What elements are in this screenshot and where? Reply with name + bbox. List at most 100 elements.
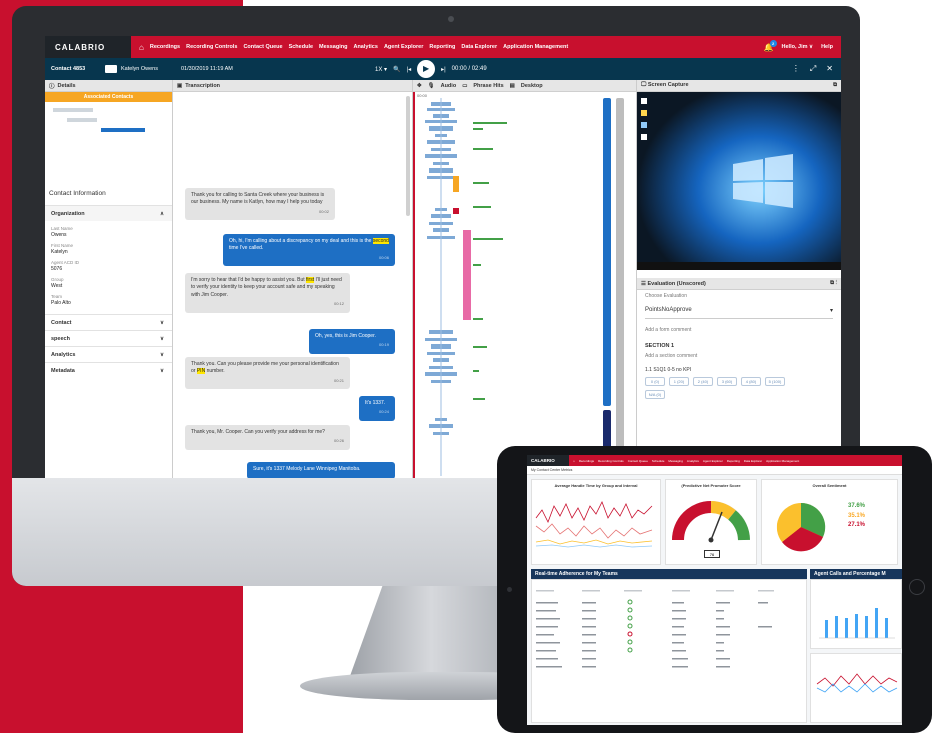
nav-reporting[interactable]: Reporting bbox=[429, 44, 455, 50]
nav-data-explorer[interactable]: Data Explorer bbox=[744, 459, 762, 463]
nav-messaging[interactable]: Messaging bbox=[668, 459, 683, 463]
tablet-home-button[interactable] bbox=[909, 579, 925, 595]
evaluation-icon: ☰ bbox=[641, 280, 646, 287]
desktop-bar[interactable] bbox=[603, 98, 611, 406]
nav-analytics[interactable]: Analytics bbox=[687, 459, 699, 463]
transcription-panel: ▣ Transcription Thank you for calling to … bbox=[173, 80, 413, 478]
event-marker[interactable] bbox=[453, 176, 459, 192]
organization-section[interactable]: Organization ∧ bbox=[45, 205, 172, 221]
score-option[interactable]: 4 (80) bbox=[741, 377, 761, 386]
speech-section[interactable]: speech ∨ bbox=[45, 330, 172, 346]
section-comment-input[interactable]: Add a section comment bbox=[645, 353, 833, 359]
user-menu[interactable]: Hello, Jim ∨ bbox=[782, 44, 814, 50]
nav-schedule[interactable]: Schedule bbox=[289, 44, 313, 50]
nav-recording-controls[interactable]: Recording Controls bbox=[598, 459, 624, 463]
phrase-hit[interactable] bbox=[473, 148, 493, 150]
phrase-hit[interactable] bbox=[473, 128, 483, 130]
nav-agent-explorer[interactable]: Agent Explorer bbox=[384, 44, 423, 50]
home-icon[interactable]: ⌂ bbox=[573, 459, 575, 463]
contact-section[interactable]: Contact ∨ bbox=[45, 314, 172, 330]
associated-contact-row[interactable] bbox=[67, 118, 97, 122]
associated-contact-row[interactable] bbox=[53, 108, 93, 112]
expand-icon[interactable]: ⤢ bbox=[810, 64, 816, 74]
transcript-scrollbar[interactable] bbox=[406, 96, 410, 216]
phrase-hit[interactable] bbox=[473, 370, 479, 372]
associated-contacts-banner[interactable]: Associated Contacts bbox=[45, 92, 172, 102]
phrase-hit[interactable] bbox=[473, 346, 487, 348]
audio-waveform[interactable] bbox=[421, 98, 461, 476]
screen-capture-panel: 🖵 Screen Capture ⧉ ☰ Evaluation (Unscore… bbox=[637, 80, 841, 478]
nav-agent-explorer[interactable]: Agent Explorer bbox=[703, 459, 723, 463]
nav-application-management[interactable]: Application Management bbox=[766, 459, 799, 463]
notification-bell-icon[interactable]: 🔔 2 bbox=[764, 39, 777, 52]
message-text: Thank you for calling to Santa Creek whe… bbox=[191, 192, 325, 206]
close-icon[interactable]: ✕ bbox=[826, 64, 833, 74]
play-button[interactable]: ▶ bbox=[417, 60, 436, 78]
score-option[interactable]: 1 (20) bbox=[669, 377, 689, 386]
tab-audio[interactable]: Audio bbox=[441, 83, 457, 89]
handle-time-line-chart bbox=[535, 501, 653, 548]
phrase-hit[interactable] bbox=[473, 398, 485, 400]
nav-recordings[interactable]: Recordings bbox=[150, 44, 180, 50]
nav-reporting[interactable]: Reporting bbox=[727, 459, 740, 463]
form-comment-input[interactable]: Add a form comment bbox=[645, 327, 833, 333]
skip-back-icon[interactable]: |◂ bbox=[407, 66, 412, 73]
nav-recordings[interactable]: Recordings bbox=[579, 459, 594, 463]
phrase-highlight[interactable]: first bbox=[306, 277, 315, 283]
phrase-highlight[interactable]: second bbox=[372, 238, 389, 244]
phrase-hit[interactable] bbox=[473, 206, 491, 208]
agent-calls-line-card[interactable] bbox=[810, 653, 902, 723]
nav-schedule[interactable]: Schedule bbox=[652, 459, 665, 463]
event-marker[interactable] bbox=[463, 230, 471, 320]
playback-speed[interactable]: 1X ▾ bbox=[375, 66, 387, 73]
dashboard-title: My Contact Center Metrics bbox=[527, 466, 902, 475]
move-icon[interactable]: ✥ bbox=[417, 83, 422, 89]
more-icon[interactable]: ⋮ bbox=[792, 64, 800, 74]
score-option[interactable]: 3 (60) bbox=[717, 377, 737, 386]
message-text: Thank you, Mr. Cooper. Can you verify yo… bbox=[191, 429, 325, 435]
analytics-section[interactable]: Analytics ∨ bbox=[45, 346, 172, 362]
phrase-hit[interactable] bbox=[473, 238, 503, 240]
evaluation-select[interactable]: PointsNoApprove ▾ bbox=[645, 303, 833, 319]
metadata-section[interactable]: Metadata ∨ bbox=[45, 362, 172, 378]
home-icon[interactable]: ⌂ bbox=[139, 43, 144, 52]
nav-contact-queue[interactable]: Contact Queue bbox=[243, 44, 282, 50]
comment-icon: ▭ bbox=[462, 82, 468, 89]
question-label: 1.1 S1Q1 0-5 no KPI bbox=[645, 367, 692, 373]
nav-contact-queue[interactable]: Contact Queue bbox=[628, 459, 648, 463]
event-marker[interactable] bbox=[453, 208, 459, 214]
nav-user-area: 🔔 2 Hello, Jim ∨ Help bbox=[764, 36, 833, 58]
associated-contact-row-selected[interactable] bbox=[101, 128, 145, 132]
phrase-hit[interactable] bbox=[473, 182, 489, 184]
open-external-icon[interactable]: ⧉ bbox=[833, 82, 837, 89]
help-link[interactable]: Help bbox=[821, 44, 833, 50]
nav-messaging[interactable]: Messaging bbox=[319, 44, 347, 50]
tab-desktop[interactable]: Desktop bbox=[521, 83, 543, 89]
open-external-icon[interactable]: ⧉ ⋮ bbox=[830, 280, 837, 287]
nav-analytics[interactable]: Analytics bbox=[353, 44, 377, 50]
skip-forward-icon[interactable]: ▸| bbox=[441, 66, 446, 73]
handle-time-card[interactable]: Average Handle Time by Group and Interva… bbox=[531, 479, 661, 565]
zoom-icon[interactable]: 🔍 bbox=[393, 66, 400, 73]
message-time: 00:06 bbox=[378, 254, 389, 260]
phrase-highlight[interactable]: PIN bbox=[196, 368, 206, 375]
nav-data-explorer[interactable]: Data Explorer bbox=[461, 44, 497, 50]
phrase-hit[interactable] bbox=[473, 318, 483, 320]
phrase-hit[interactable] bbox=[473, 264, 481, 266]
nav-recording-controls[interactable]: Recording Controls bbox=[186, 44, 237, 50]
score-option[interactable]: 0 (0) bbox=[645, 377, 665, 386]
nav-application-management[interactable]: Application Management bbox=[503, 44, 568, 50]
info-icon: ⓘ bbox=[49, 83, 55, 90]
playhead[interactable] bbox=[413, 92, 415, 478]
phrase-hit[interactable] bbox=[473, 122, 507, 124]
agent-calls-bar-card[interactable] bbox=[810, 579, 902, 649]
score-option[interactable]: 5 (100) bbox=[765, 377, 785, 386]
net-promoter-card[interactable]: (Predictive Net Promoter Score 76 bbox=[665, 479, 757, 565]
overall-sentiment-card[interactable]: Overall Sentiment 37.6% 35.1% 27.1% bbox=[761, 479, 898, 565]
desktop-bar[interactable] bbox=[616, 98, 624, 476]
tab-phrase-hits[interactable]: Phrase Hits bbox=[473, 83, 503, 89]
audio-panel: ✥ 🎙 Audio ▭ Phrase Hits ▤ Desktop 00:00 bbox=[413, 80, 637, 478]
score-option[interactable]: 2 (40) bbox=[693, 377, 713, 386]
score-option[interactable]: N/A (0) bbox=[645, 390, 665, 399]
captured-desktop[interactable] bbox=[637, 92, 841, 270]
